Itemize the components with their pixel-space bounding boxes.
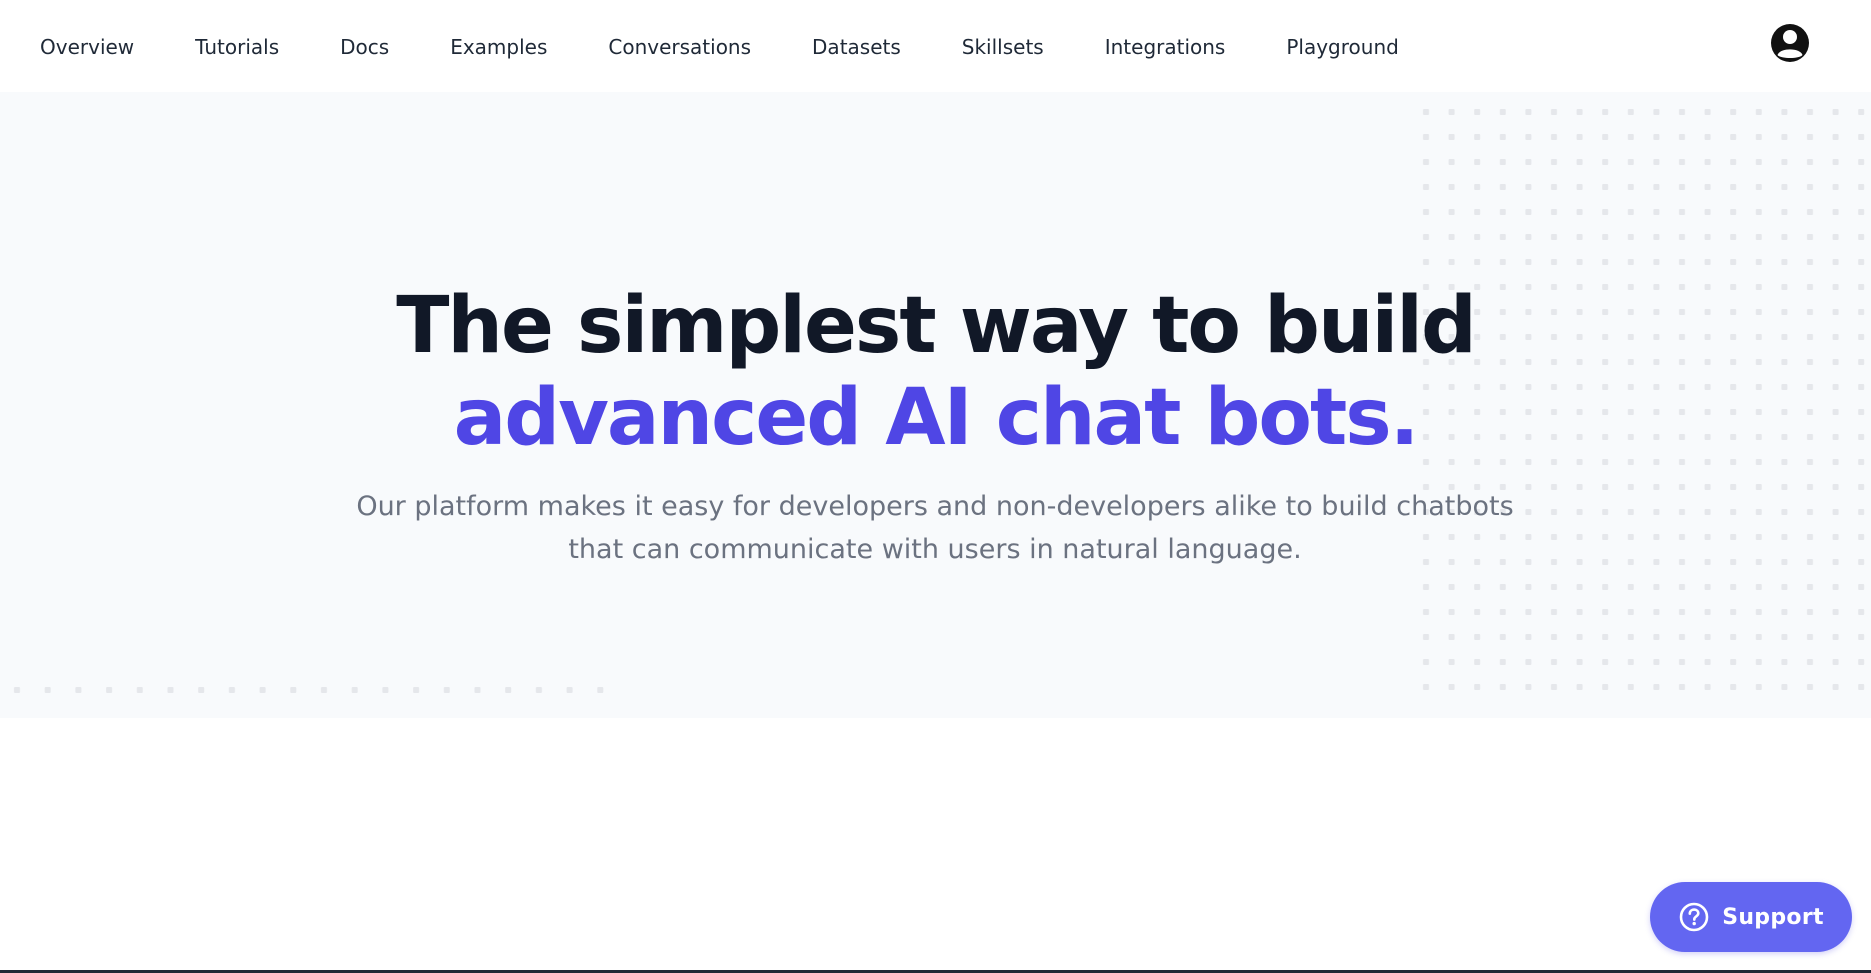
- hero-subtitle: Our platform makes it easy for developer…: [335, 485, 1535, 571]
- top-nav: Overview Tutorials Docs Examples Convers…: [0, 0, 1871, 92]
- hero-heading: The simplest way to build advanced AI ch…: [0, 280, 1871, 464]
- nav-item-integrations[interactable]: Integrations: [1105, 35, 1226, 59]
- hero-section: The simplest way to build advanced AI ch…: [0, 92, 1871, 718]
- nav-item-datasets[interactable]: Datasets: [812, 35, 901, 59]
- nav-item-playground[interactable]: Playground: [1286, 35, 1398, 59]
- nav-item-examples[interactable]: Examples: [450, 35, 547, 59]
- question-circle-icon: [1679, 902, 1709, 932]
- nav-item-docs[interactable]: Docs: [340, 35, 389, 59]
- nav-item-conversations[interactable]: Conversations: [608, 35, 751, 59]
- user-circle-icon: [1771, 24, 1809, 62]
- decorative-dot-row-left: [0, 682, 610, 698]
- hero-subtitle-line2: that can communicate with users in natur…: [568, 534, 1302, 565]
- hero-heading-line1: The simplest way to build: [396, 281, 1477, 371]
- page: Overview Tutorials Docs Examples Convers…: [0, 0, 1871, 973]
- support-button[interactable]: Support: [1650, 882, 1852, 952]
- support-button-label: Support: [1722, 904, 1824, 930]
- hero-heading-accent-line: advanced AI chat bots.: [453, 373, 1420, 463]
- nav-item-tutorials[interactable]: Tutorials: [195, 35, 279, 59]
- hero-subtitle-line1: Our platform makes it easy for developer…: [356, 491, 1514, 522]
- user-avatar-button[interactable]: [1769, 22, 1811, 64]
- nav-item-overview[interactable]: Overview: [40, 35, 134, 59]
- nav-item-skillsets[interactable]: Skillsets: [962, 35, 1044, 59]
- nav-list: Overview Tutorials Docs Examples Convers…: [40, 0, 1460, 94]
